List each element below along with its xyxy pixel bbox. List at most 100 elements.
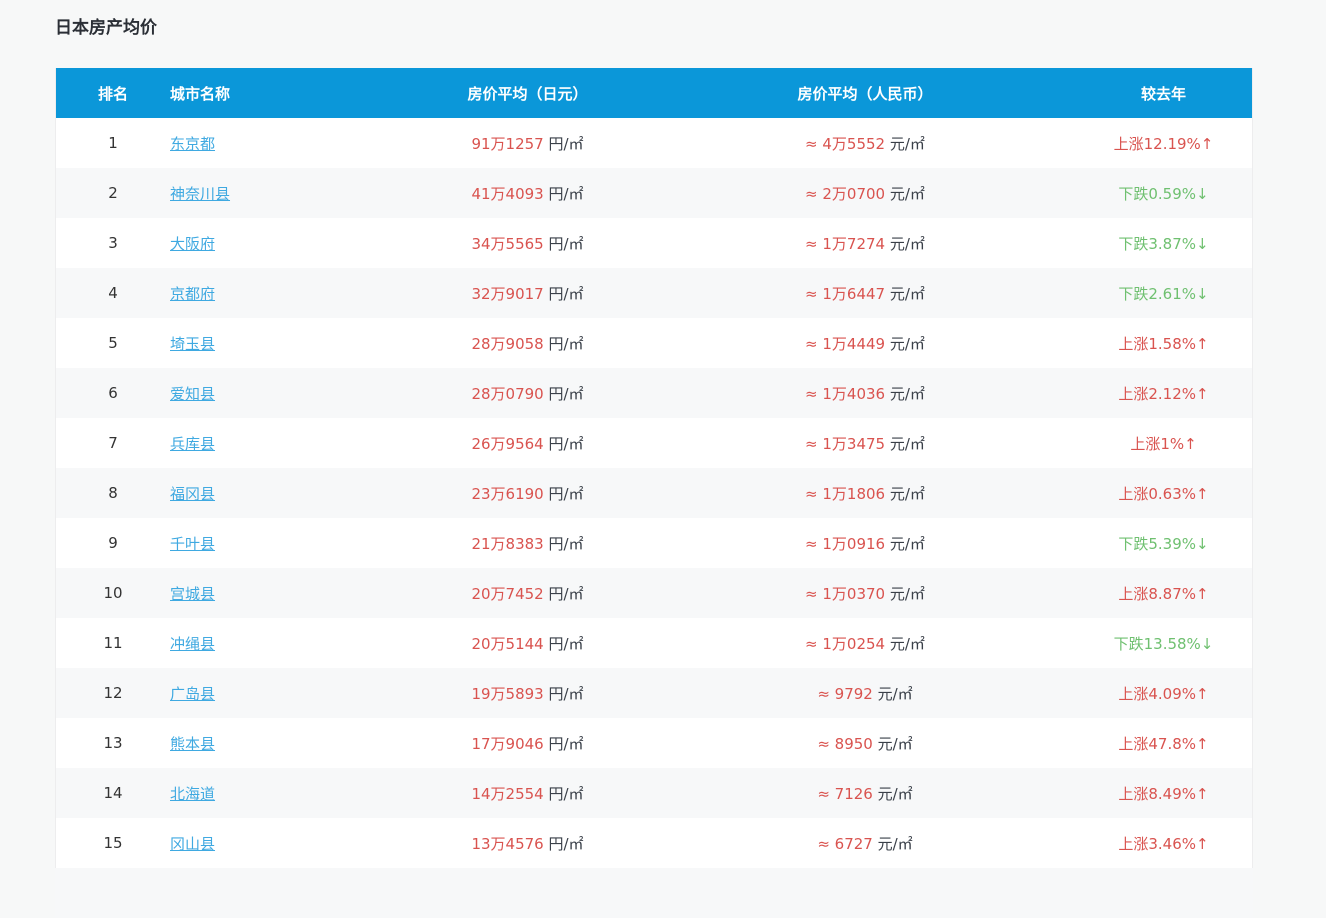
price-jpy-value: 20万7452: [471, 584, 544, 603]
price-jpy-value: 14万2554: [471, 784, 544, 803]
rank-cell: 3: [108, 234, 118, 252]
change-rise-text: 上涨1%↑: [1130, 434, 1197, 453]
price-jpy-cell: 34万5565 円/㎡: [400, 218, 655, 268]
price-rmb-unit: 元/㎡: [885, 434, 925, 453]
price-rmb-value: ≈ 1万4449: [805, 334, 886, 353]
price-rmb-value: ≈ 1万7274: [805, 234, 886, 253]
price-rmb-cell: ≈ 1万0254 元/㎡: [655, 618, 1075, 668]
city-cell: 爱知县: [170, 368, 400, 418]
price-jpy-unit: 円/㎡: [543, 334, 584, 353]
price-jpy-value: 20万5144: [471, 634, 544, 653]
change-cell: 下跌5.39%↓: [1075, 518, 1252, 568]
price-jpy-cell: 28万9058 円/㎡: [400, 318, 655, 368]
change-cell: 上涨8.49%↑: [1075, 768, 1252, 818]
price-rmb-unit: 元/㎡: [885, 234, 925, 253]
city-link[interactable]: 爱知县: [170, 385, 215, 403]
price-jpy-value: 28万0790: [471, 384, 544, 403]
price-jpy-cell: 19万5893 円/㎡: [400, 668, 655, 718]
price-jpy-unit: 円/㎡: [543, 184, 584, 203]
price-rmb-cell: ≈ 1万4036 元/㎡: [655, 368, 1075, 418]
price-jpy-unit: 円/㎡: [543, 434, 584, 453]
change-rise-text: 上涨8.49%↑: [1118, 784, 1209, 803]
price-rmb-value: ≈ 7126: [817, 784, 873, 803]
change-rise-text: 上涨4.09%↑: [1118, 684, 1209, 703]
column-header-price-rmb: 房价平均（人民币）: [655, 68, 1075, 118]
city-cell: 神奈川县: [170, 168, 400, 218]
price-jpy-cell: 14万2554 円/㎡: [400, 768, 655, 818]
price-jpy-value: 91万1257: [471, 134, 544, 153]
change-cell: 上涨8.87%↑: [1075, 568, 1252, 618]
price-jpy-cell: 26万9564 円/㎡: [400, 418, 655, 468]
price-jpy-unit: 円/㎡: [543, 534, 584, 553]
rank-cell: 12: [103, 684, 123, 702]
price-jpy-cell: 20万5144 円/㎡: [400, 618, 655, 668]
price-rmb-value: ≈ 1万4036: [805, 384, 886, 403]
city-link[interactable]: 宫城县: [170, 585, 215, 603]
city-link[interactable]: 东京都: [170, 135, 215, 153]
price-jpy-cell: 17万9046 円/㎡: [400, 718, 655, 768]
change-rise-text: 上涨1.58%↑: [1118, 334, 1209, 353]
city-cell: 福冈县: [170, 468, 400, 518]
price-jpy-cell: 28万0790 円/㎡: [400, 368, 655, 418]
table-row: 5 埼玉县 28万9058 円/㎡ ≈ 1万4449 元/㎡ 上涨1.58%↑: [56, 318, 1252, 368]
price-jpy-unit: 円/㎡: [543, 734, 584, 753]
change-cell: 上涨4.09%↑: [1075, 668, 1252, 718]
rank-cell: 7: [108, 434, 118, 452]
price-table-container: 排名 城市名称 房价平均（日元） 房价平均（人民币） 较去年 1 东京都 91万12…: [55, 68, 1253, 868]
price-jpy-unit: 円/㎡: [543, 584, 584, 603]
table-row: 9 千叶县 21万8383 円/㎡ ≈ 1万0916 元/㎡ 下跌5.39%↓: [56, 518, 1252, 568]
price-jpy-cell: 91万1257 円/㎡: [400, 118, 655, 168]
price-rmb-unit: 元/㎡: [885, 634, 925, 653]
price-rmb-cell: ≈ 4万5552 元/㎡: [655, 118, 1075, 168]
city-link[interactable]: 北海道: [170, 785, 215, 803]
city-link[interactable]: 冈山县: [170, 835, 215, 853]
city-link[interactable]: 兵库县: [170, 435, 215, 453]
price-rmb-unit: 元/㎡: [885, 134, 925, 153]
rank-cell: 4: [108, 284, 118, 302]
city-link[interactable]: 熊本县: [170, 735, 215, 753]
price-rmb-cell: ≈ 1万0916 元/㎡: [655, 518, 1075, 568]
price-rmb-value: ≈ 1万0916: [805, 534, 886, 553]
column-header-price-jpy: 房价平均（日元）: [400, 68, 655, 118]
rank-cell: 14: [103, 784, 123, 802]
city-link[interactable]: 大阪府: [170, 235, 215, 253]
price-jpy-value: 28万9058: [471, 334, 544, 353]
price-rmb-cell: ≈ 9792 元/㎡: [655, 668, 1075, 718]
column-header-city: 城市名称: [170, 68, 400, 118]
price-rmb-unit: 元/㎡: [872, 834, 913, 853]
price-jpy-unit: 円/㎡: [543, 634, 584, 653]
price-jpy-unit: 円/㎡: [543, 684, 584, 703]
city-link[interactable]: 京都府: [170, 285, 215, 303]
change-rise-text: 上涨3.46%↑: [1118, 834, 1209, 853]
price-rmb-value: ≈ 1万3475: [805, 434, 886, 453]
price-jpy-unit: 円/㎡: [543, 834, 584, 853]
city-link[interactable]: 广岛县: [170, 685, 215, 703]
change-cell: 上涨2.12%↑: [1075, 368, 1252, 418]
price-rmb-value: ≈ 9792: [817, 684, 873, 703]
price-rmb-cell: ≈ 1万3475 元/㎡: [655, 418, 1075, 468]
price-rmb-cell: ≈ 1万0370 元/㎡: [655, 568, 1075, 618]
city-cell: 熊本县: [170, 718, 400, 768]
change-fall-text: 下跌3.87%↓: [1118, 234, 1209, 253]
rank-cell: 2: [108, 184, 118, 202]
change-fall-text: 下跌0.59%↓: [1118, 184, 1209, 203]
price-rmb-value: ≈ 4万5552: [805, 134, 886, 153]
city-link[interactable]: 神奈川县: [170, 185, 230, 203]
city-link[interactable]: 埼玉县: [170, 335, 215, 353]
city-link[interactable]: 冲绳县: [170, 635, 215, 653]
price-rmb-unit: 元/㎡: [872, 684, 913, 703]
city-link[interactable]: 千叶县: [170, 535, 215, 553]
price-jpy-cell: 13万4576 円/㎡: [400, 818, 655, 868]
rank-cell: 8: [108, 484, 118, 502]
change-fall-text: 下跌2.61%↓: [1118, 284, 1209, 303]
change-rise-text: 上涨2.12%↑: [1118, 384, 1209, 403]
price-jpy-cell: 20万7452 円/㎡: [400, 568, 655, 618]
table-row: 8 福冈县 23万6190 円/㎡ ≈ 1万1806 元/㎡ 上涨0.63%↑: [56, 468, 1252, 518]
table-row: 1 东京都 91万1257 円/㎡ ≈ 4万5552 元/㎡ 上涨12.19%↑: [56, 118, 1252, 168]
city-cell: 京都府: [170, 268, 400, 318]
city-link[interactable]: 福冈县: [170, 485, 215, 503]
change-cell: 下跌13.58%↓: [1075, 618, 1252, 668]
change-rise-text: 上涨47.8%↑: [1118, 734, 1209, 753]
price-jpy-value: 34万5565: [471, 234, 544, 253]
rank-cell: 9: [108, 534, 118, 552]
